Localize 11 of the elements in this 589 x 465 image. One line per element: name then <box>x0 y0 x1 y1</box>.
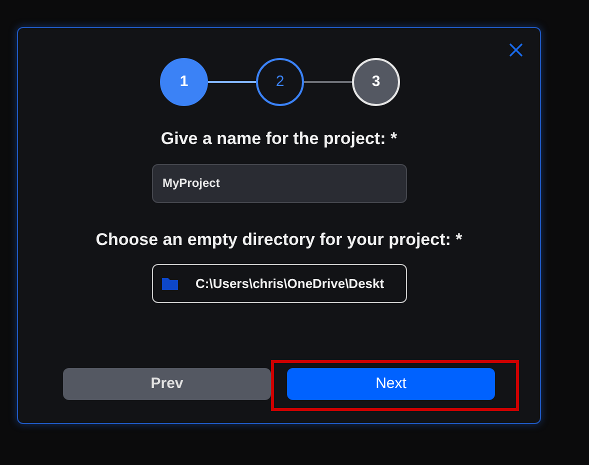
prev-button[interactable]: Prev <box>63 368 271 400</box>
step-indicator: 3 <box>352 58 400 106</box>
step-indicator: 2 <box>256 58 304 106</box>
close-icon[interactable] <box>509 43 523 57</box>
directory-field[interactable]: C:\Users\chris\OneDrive\Deskt <box>152 264 406 303</box>
step-indicator: 1 <box>160 58 208 106</box>
field-label: Choose an empty directory for your project: * <box>96 228 462 250</box>
folder-icon <box>162 277 178 290</box>
next-button[interactable]: Next <box>287 368 495 400</box>
project-name-field[interactable]: MyProject <box>152 164 406 202</box>
field-label: Give a name for the project: * <box>160 128 398 150</box>
